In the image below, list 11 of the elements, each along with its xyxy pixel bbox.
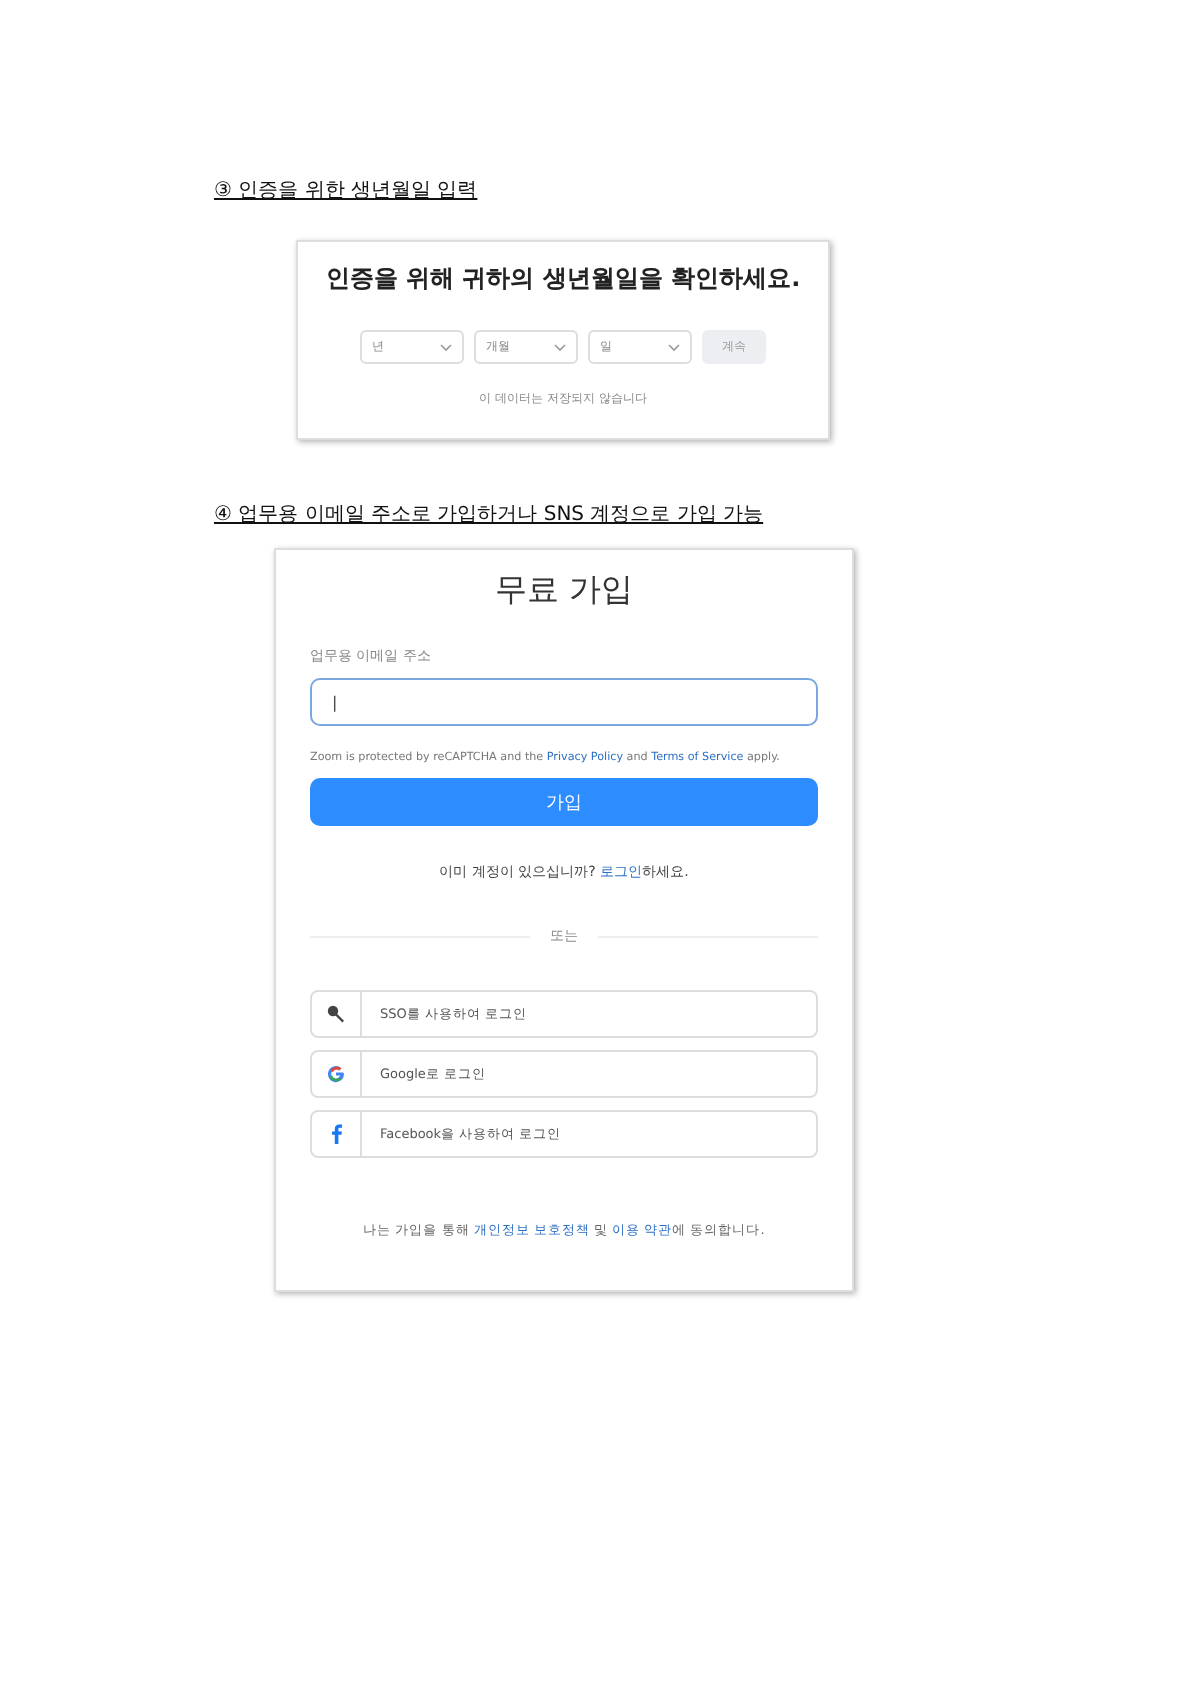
chevron-down-icon <box>554 343 566 351</box>
chevron-down-icon <box>668 343 680 351</box>
chevron-down-icon <box>440 343 452 351</box>
google-g-icon <box>326 1064 346 1085</box>
section-heading: ④ 업무용 이메일 주소로 가입하거나 SNS 계정으로 가입 가능 <box>214 502 764 528</box>
signup-title: 무료 가입 <box>494 570 634 612</box>
email-field[interactable]: | <box>310 678 818 726</box>
dialog-title: 인증을 위해 귀하의 생년월일을 확인하세요. <box>325 262 801 296</box>
section-heading: ③ 인증을 위한 생년월일 입력 <box>214 178 478 204</box>
facebook-f-icon <box>331 1124 341 1145</box>
signup-button[interactable]: 가입 <box>310 778 818 827</box>
